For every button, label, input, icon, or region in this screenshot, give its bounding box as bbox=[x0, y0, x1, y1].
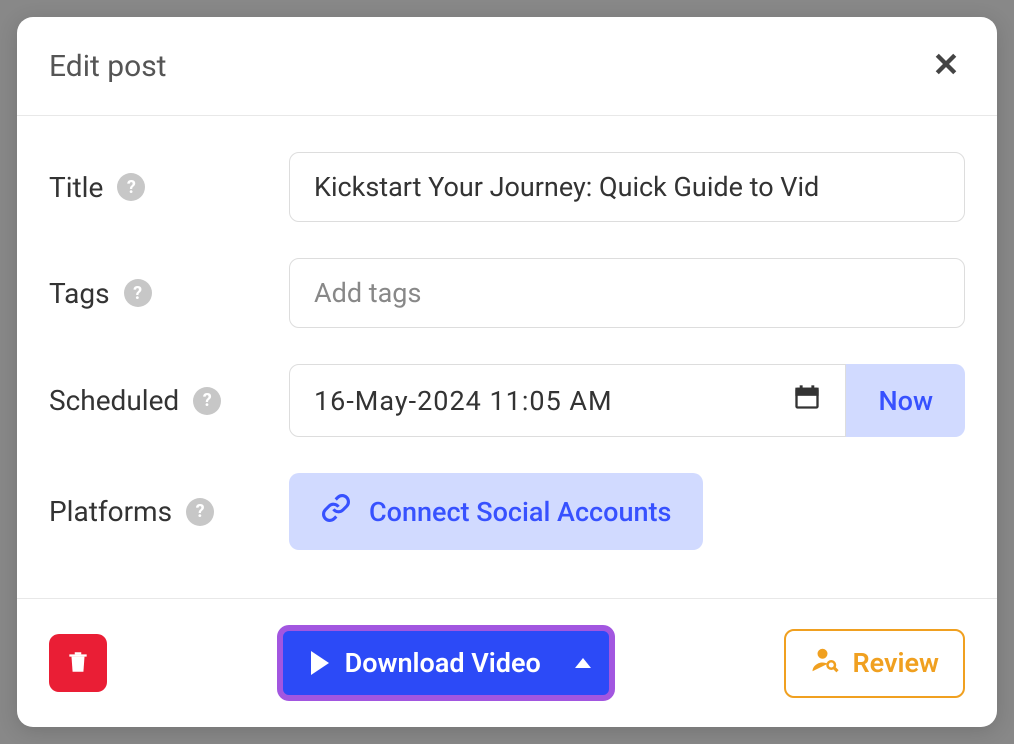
tags-input[interactable] bbox=[289, 258, 965, 328]
play-icon bbox=[311, 651, 329, 675]
platforms-label: Platforms bbox=[49, 495, 172, 528]
scheduled-label-wrap: Scheduled ? bbox=[49, 384, 289, 417]
title-input[interactable] bbox=[289, 152, 965, 222]
review-button[interactable]: Review bbox=[784, 629, 965, 698]
help-icon[interactable]: ? bbox=[186, 498, 214, 526]
help-icon[interactable]: ? bbox=[124, 279, 152, 307]
platforms-row: Platforms ? Connect Social Accounts bbox=[49, 473, 965, 550]
caret-up-icon bbox=[575, 658, 591, 668]
modal-body: Title ? Tags ? Scheduled ? bbox=[17, 116, 997, 598]
help-icon[interactable]: ? bbox=[193, 387, 221, 415]
tags-row: Tags ? bbox=[49, 258, 965, 328]
title-label-wrap: Title ? bbox=[49, 171, 289, 204]
trash-icon bbox=[65, 649, 91, 678]
delete-button[interactable] bbox=[49, 634, 107, 692]
connect-accounts-button[interactable]: Connect Social Accounts bbox=[289, 473, 703, 550]
close-button[interactable] bbox=[927, 45, 965, 87]
edit-post-modal: Edit post Title ? Tags ? bbox=[17, 17, 997, 727]
scheduled-row: Scheduled ? 16-May-2024 11:05 AM N bbox=[49, 364, 965, 437]
tags-label: Tags bbox=[49, 277, 110, 310]
review-button-label: Review bbox=[852, 647, 939, 679]
platforms-label-wrap: Platforms ? bbox=[49, 495, 289, 528]
title-row: Title ? bbox=[49, 152, 965, 222]
close-icon bbox=[931, 64, 961, 83]
modal-title: Edit post bbox=[49, 49, 167, 84]
scheduled-datetime-input[interactable]: 16-May-2024 11:05 AM bbox=[289, 364, 846, 437]
tags-label-wrap: Tags ? bbox=[49, 277, 289, 310]
modal-footer: Download Video Review bbox=[17, 598, 997, 727]
scheduled-value: 16-May-2024 11:05 AM bbox=[314, 385, 613, 417]
link-icon bbox=[321, 493, 351, 530]
download-button-label: Download Video bbox=[345, 647, 541, 679]
calendar-icon bbox=[793, 383, 821, 418]
download-video-button[interactable]: Download Video bbox=[277, 625, 615, 701]
scheduled-label: Scheduled bbox=[49, 384, 179, 417]
person-search-icon bbox=[810, 645, 840, 682]
title-label: Title bbox=[49, 171, 103, 204]
modal-header: Edit post bbox=[17, 17, 997, 116]
help-icon[interactable]: ? bbox=[117, 173, 145, 201]
connect-button-label: Connect Social Accounts bbox=[369, 496, 671, 528]
now-button[interactable]: Now bbox=[846, 364, 965, 437]
